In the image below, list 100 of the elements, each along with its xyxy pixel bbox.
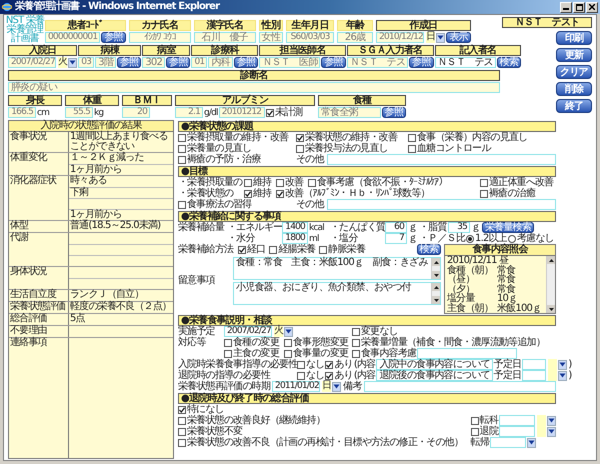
maximize-button[interactable] [573, 2, 585, 12]
diagnosis-field[interactable]: 膵炎の疑い [8, 82, 500, 93]
measure-field[interactable]: 166.5 [8, 107, 36, 118]
checkbox[interactable] [284, 350, 292, 358]
dropdown-button[interactable] [547, 416, 556, 426]
checkbox[interactable] [178, 416, 186, 424]
checkbox[interactable] [178, 134, 186, 142]
scrollbar[interactable] [546, 256, 555, 313]
amount-field[interactable]: 60 [385, 222, 407, 233]
checkbox[interactable] [178, 428, 186, 436]
checkbox[interactable] [224, 350, 232, 358]
measure-field[interactable]: 20 [122, 107, 150, 118]
checkbox[interactable] [178, 156, 186, 164]
note-field[interactable] [364, 381, 556, 392]
checkbox[interactable] [408, 144, 416, 152]
measure-field[interactable]: 常食全粥 [318, 107, 381, 118]
reference-button[interactable]: 参照 [101, 32, 126, 43]
notes-field[interactable]: 食種：常食 主食：米飯100ｇ 副食：きざみ [233, 257, 441, 280]
amount-field[interactable]: 1400 [282, 222, 308, 233]
checkbox[interactable] [408, 134, 416, 142]
date-field[interactable]: 2011/01/02 [272, 381, 320, 392]
dropdown-button[interactable] [527, 438, 536, 448]
date-field[interactable] [522, 370, 546, 381]
close-button[interactable] [586, 2, 598, 12]
checkbox[interactable] [266, 108, 274, 116]
dropdown-button[interactable] [558, 360, 568, 370]
amount-field[interactable]: 35 [448, 222, 470, 233]
date-field[interactable]: 2007/02/27 [8, 57, 56, 68]
patient-field[interactable]: 石川 優子 [194, 32, 256, 43]
action-button[interactable]: クリア [556, 65, 592, 79]
patient-field[interactable]: 26歳 [337, 32, 374, 43]
other-field[interactable] [327, 199, 556, 210]
checkbox[interactable] [325, 360, 334, 368]
checkbox[interactable] [470, 428, 479, 436]
reference-button[interactable]: 参照 [382, 107, 406, 118]
checkbox[interactable] [480, 178, 488, 186]
amount-field[interactable]: 7 [385, 233, 407, 244]
notes-field[interactable]: 小児食器、おにぎり、魚介類禁、おやつ付 [233, 282, 441, 305]
amount-field[interactable]: 1800 [282, 233, 308, 244]
date-field[interactable]: 2007/02/27 [224, 326, 272, 337]
content-field[interactable]: 入院中の食事内容について [376, 359, 493, 370]
text-field[interactable] [417, 348, 518, 359]
action-button[interactable]: 印刷 [556, 31, 592, 45]
checkbox[interactable] [276, 178, 284, 186]
checkbox[interactable] [178, 406, 186, 414]
search-button[interactable]: 検索 [416, 244, 441, 255]
dropdown-button[interactable] [547, 426, 556, 436]
checkbox[interactable] [470, 416, 479, 424]
checkbox[interactable] [297, 360, 305, 368]
scrollbar[interactable] [431, 258, 440, 279]
checkbox[interactable] [319, 246, 328, 254]
checkbox[interactable] [352, 350, 360, 358]
measure-field[interactable]: 55.5 [65, 107, 93, 118]
checkbox[interactable] [178, 200, 186, 208]
scrollbar[interactable] [431, 283, 440, 304]
date-field[interactable]: 20101212 [218, 107, 265, 118]
patient-field[interactable]: 女性 [258, 32, 284, 43]
minimize-button[interactable] [560, 2, 572, 12]
dropdown-button[interactable] [284, 326, 294, 336]
date-field[interactable]: 2010/12/12 [376, 32, 424, 43]
column-header: 患者ｺｰﾄﾞ [45, 20, 126, 31]
show-button[interactable]: 表示 [446, 32, 471, 43]
checkbox[interactable] [325, 372, 334, 380]
checkbox[interactable] [297, 372, 305, 380]
checkbox[interactable] [284, 338, 292, 346]
checkbox[interactable] [238, 246, 246, 254]
dropdown-button[interactable] [68, 58, 78, 68]
patient-field[interactable]: 0000000001 [45, 32, 100, 43]
date-field[interactable] [499, 426, 535, 437]
lookup-field[interactable]: ＮＳＴ テス [434, 57, 496, 68]
lookup-button[interactable]: 検索 [496, 57, 522, 68]
action-button[interactable]: 削除 [556, 82, 592, 96]
action-button[interactable]: 終了 [556, 99, 592, 113]
date-field[interactable] [522, 359, 546, 370]
checkbox[interactable] [352, 328, 360, 336]
checkbox[interactable] [244, 178, 252, 186]
checkbox[interactable] [480, 190, 488, 198]
dropdown-button[interactable] [436, 32, 446, 42]
content-field[interactable]: 退院後の食事内容について [376, 370, 493, 381]
measure-field[interactable]: 2.1 [175, 107, 203, 118]
checkbox[interactable] [269, 246, 278, 254]
checkbox[interactable] [308, 178, 316, 186]
checkbox[interactable] [296, 144, 304, 152]
other-field[interactable] [327, 154, 556, 165]
checkbox[interactable] [244, 190, 252, 198]
dropdown-button[interactable] [332, 382, 342, 392]
dropdown-button[interactable] [558, 370, 568, 380]
patient-field[interactable]: S60/03/03 [286, 32, 334, 43]
checkbox[interactable] [352, 338, 360, 346]
action-button[interactable]: 更新 [556, 48, 592, 62]
date-field[interactable] [499, 415, 535, 426]
checkbox[interactable] [296, 134, 304, 142]
search-button[interactable]: 栄養量検索 [482, 222, 534, 233]
radio-button[interactable] [508, 234, 516, 242]
radio-button[interactable] [466, 234, 474, 242]
checkbox[interactable] [276, 190, 284, 198]
checkbox[interactable] [224, 338, 232, 346]
patient-field[interactable]: ｲｼｶﾜ ﾕｳｺ [128, 32, 191, 43]
checkbox[interactable] [178, 438, 186, 446]
checkbox[interactable] [178, 144, 186, 152]
